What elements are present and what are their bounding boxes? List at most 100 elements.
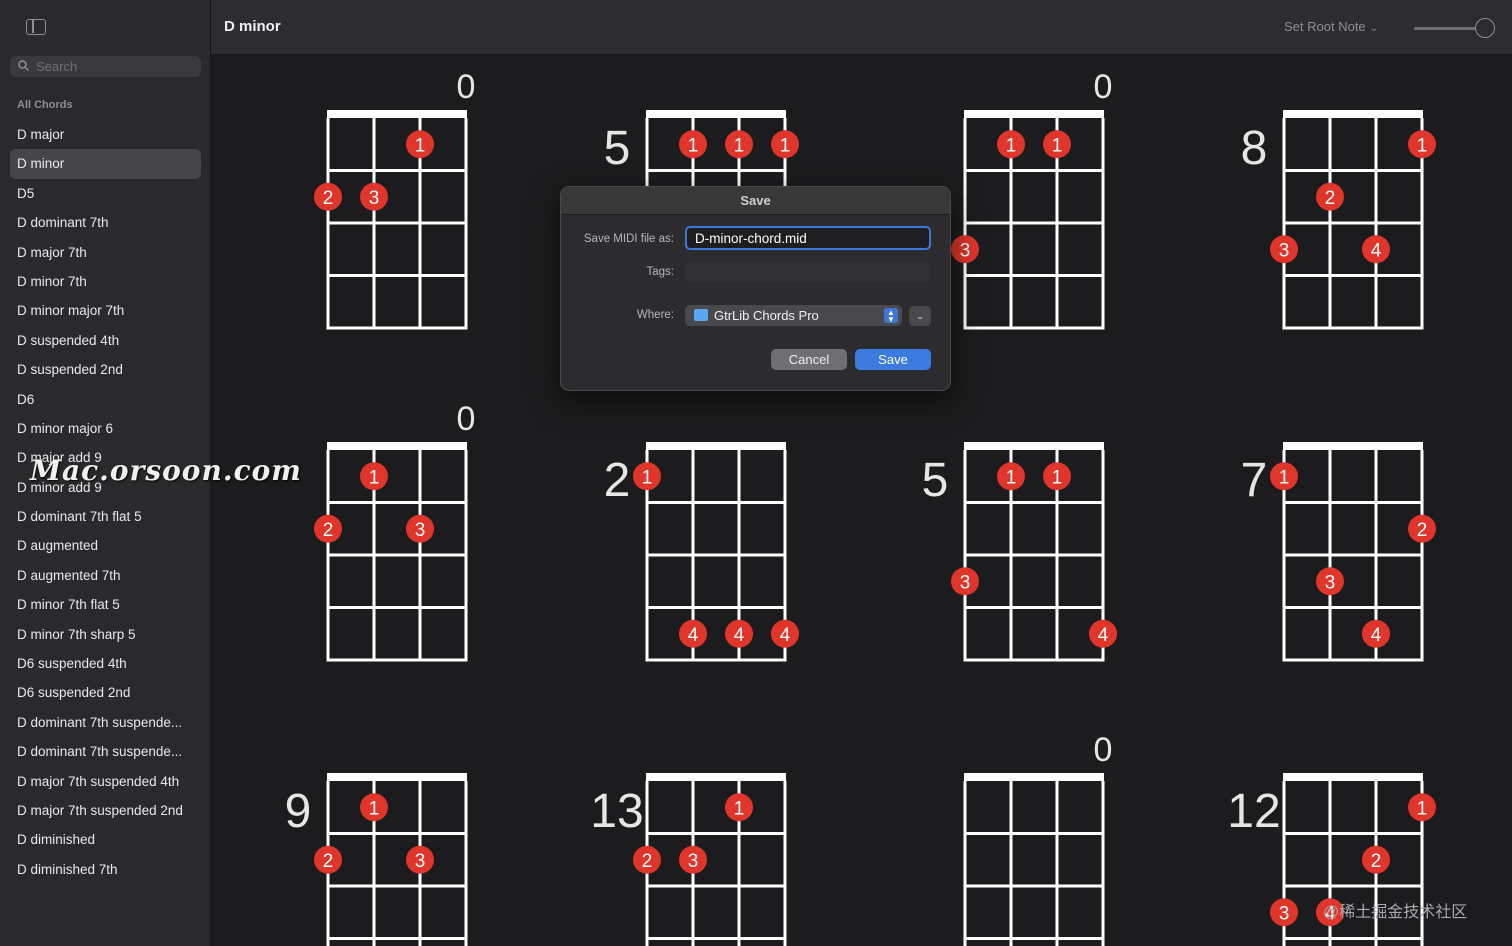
finger-number: 2 (1417, 520, 1428, 541)
fret-number-label: 2 (604, 454, 631, 507)
finger-number: 2 (1325, 188, 1336, 209)
chord-diagram[interactable]: 9 1 2 3 (285, 773, 468, 946)
nut (1283, 773, 1423, 781)
chord-list-item[interactable]: D dominant 7th suspende... (10, 708, 201, 737)
search-field[interactable] (10, 56, 201, 77)
nut (327, 110, 467, 118)
finger-number: 3 (960, 240, 971, 261)
chord-list-item[interactable]: D augmented 7th (10, 561, 201, 590)
fret-number-label: 8 (1241, 122, 1268, 175)
finger-number: 1 (369, 798, 380, 819)
tags-label: Tags: (646, 266, 675, 278)
chord-list-item[interactable]: D6 suspended 2nd (10, 678, 201, 707)
finger-number: 1 (780, 135, 791, 156)
finger-number: 1 (1417, 135, 1428, 156)
chord-diagram[interactable]: 0 1 1 3 (951, 68, 1112, 330)
chord-list-item[interactable]: D suspended 2nd (10, 355, 201, 384)
search-icon (18, 60, 29, 71)
finger-number: 1 (369, 467, 380, 488)
chord-list-item[interactable]: D5 (10, 179, 201, 208)
finger-number: 4 (1371, 625, 1382, 646)
set-root-note-button[interactable]: Set Root Note ⌄ (1284, 19, 1378, 34)
finger-number: 3 (369, 188, 380, 209)
finger-number: 1 (1006, 135, 1017, 156)
finger-number: 2 (323, 520, 334, 541)
sidebar-toggle-icon[interactable] (26, 19, 46, 35)
where-select[interactable]: GtrLib Chords Pro ▲ ▼ (685, 305, 902, 326)
nut (1283, 110, 1423, 118)
nut (1283, 442, 1423, 450)
nut (964, 442, 1104, 450)
chord-list-item[interactable]: D dominant 7th flat 5 (10, 502, 201, 531)
fret-number-label: 12 (1227, 785, 1280, 838)
chord-diagram[interactable]: 7 1 2 3 4 (1241, 442, 1436, 662)
chord-list-item[interactable]: D dominant 7th suspende... (10, 737, 201, 766)
finger-number: 1 (642, 467, 653, 488)
nut (964, 773, 1104, 781)
fret-number-label: 9 (285, 785, 312, 838)
updown-chevron-icon: ▲ ▼ (884, 308, 898, 324)
chord-list-item[interactable]: D minor major 6 (10, 414, 201, 443)
chord-list-item[interactable]: D augmented (10, 531, 201, 560)
chord-list-item[interactable]: D dominant 7th (10, 208, 201, 237)
finger-number: 2 (323, 188, 334, 209)
nut (646, 773, 786, 781)
search-input[interactable] (36, 58, 196, 75)
finger-number: 1 (1052, 135, 1063, 156)
chord-list-item[interactable]: D diminished (10, 825, 201, 854)
chord-list-item[interactable]: D minor 7th (10, 267, 201, 296)
chord-list-item[interactable]: D diminished 7th (10, 855, 201, 884)
chord-list-item[interactable]: D major 7th suspended 4th (10, 767, 201, 796)
finger-number: 2 (323, 851, 334, 872)
chevron-down-icon: ⌄ (1369, 23, 1379, 34)
chord-diagram[interactable]: 0 1 2 3 (314, 400, 475, 662)
where-value: GtrLib Chords Pro (714, 308, 819, 323)
chord-list-item[interactable]: D6 suspended 4th (10, 649, 201, 678)
chord-list-item[interactable]: D6 (10, 385, 201, 414)
chord-diagram[interactable]: 2 1 4 4 4 (604, 442, 799, 662)
finger-number: 4 (734, 625, 745, 646)
chord-diagram[interactable]: 0 (963, 731, 1113, 946)
nut (646, 442, 786, 450)
chord-list-item[interactable]: D major (10, 120, 201, 149)
chord-list-item[interactable]: D minor (10, 149, 201, 179)
chord-diagram[interactable]: 5 1 1 3 4 (922, 442, 1117, 662)
chord-diagram[interactable]: 8 1 2 3 4 (1241, 110, 1436, 330)
finger-number: 3 (415, 520, 426, 541)
toolbar: D minor Set Root Note ⌄ (211, 0, 1512, 55)
finger-number: 3 (688, 851, 699, 872)
tags-input[interactable] (685, 262, 930, 282)
filename-input[interactable] (685, 226, 931, 250)
zoom-slider-track[interactable] (1414, 27, 1484, 30)
chord-list-item[interactable]: D suspended 4th (10, 326, 201, 355)
finger-number: 1 (734, 135, 745, 156)
zoom-slider-knob[interactable] (1475, 18, 1495, 38)
chord-list-item[interactable]: D major 7th (10, 238, 201, 267)
chord-diagram[interactable]: 13 1 2 3 (590, 773, 787, 946)
finger-number: 1 (1006, 467, 1017, 488)
nut (646, 110, 786, 118)
chord-diagram[interactable]: 0 1 2 3 (314, 68, 475, 330)
folder-icon (694, 309, 708, 321)
chord-list-item[interactable]: D minor major 7th (10, 296, 201, 325)
finger-number: 3 (1325, 572, 1336, 593)
nut (964, 110, 1104, 118)
fret-number-label: 13 (590, 785, 643, 838)
finger-number: 3 (1279, 240, 1290, 261)
finger-number: 4 (1098, 625, 1109, 646)
finger-number: 1 (1279, 467, 1290, 488)
save-button[interactable]: Save (855, 349, 931, 370)
chord-list-item[interactable]: D minor 7th flat 5 (10, 590, 201, 619)
fret-number-label: 7 (1241, 454, 1268, 507)
finger-number: 3 (415, 851, 426, 872)
finger-number: 1 (1052, 467, 1063, 488)
dialog-title: Save (561, 187, 950, 215)
expand-dialog-button[interactable]: ⌄ (909, 306, 931, 326)
section-header-all-chords: All Chords (17, 99, 73, 111)
cancel-button[interactable]: Cancel (771, 349, 847, 370)
nut (327, 442, 467, 450)
finger-number: 1 (415, 135, 426, 156)
chord-list-item[interactable]: D minor 7th sharp 5 (10, 620, 201, 649)
watermark-left: Mac.orsoon.com (30, 454, 302, 487)
chord-list-item[interactable]: D major 7th suspended 2nd (10, 796, 201, 825)
